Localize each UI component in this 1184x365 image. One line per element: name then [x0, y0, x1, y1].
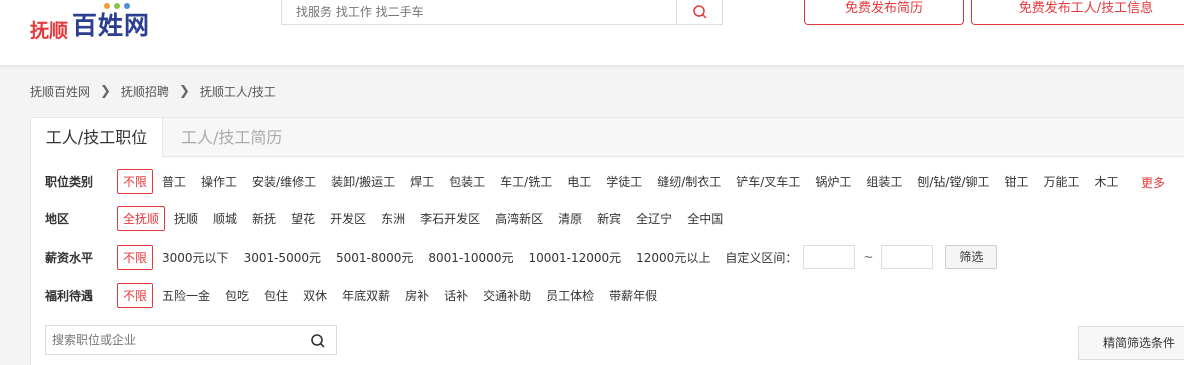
breadcrumb-item[interactable]: 抚顺百姓网 [30, 83, 90, 100]
range-separator: ~ [863, 250, 874, 264]
filter-option[interactable]: 电工 [567, 173, 591, 190]
filter-option[interactable]: 年底双薪 [342, 287, 390, 304]
filter-row-welfare: 福利待遇 不限 五险一金 包吃 包住 双休 年底双薪 房补 话补 交通补助 员工… [45, 282, 672, 308]
filter-option[interactable]: 包住 [264, 287, 288, 304]
filter-button[interactable]: 筛选 [945, 245, 998, 269]
filter-option[interactable]: 安装/维修工 [252, 173, 316, 190]
filter-option[interactable]: 装卸/搬运工 [331, 173, 395, 190]
filter-option[interactable]: 员工体检 [546, 287, 594, 304]
filter-option[interactable]: 双休 [303, 287, 327, 304]
filter-option[interactable]: 缝纫/制衣工 [657, 173, 721, 190]
filter-row-category: 职位类别 不限 普工 操作工 安装/维修工 装卸/搬运工 焊工 包装工 车工/铣… [45, 168, 1134, 194]
tab-jobs[interactable]: 工人/技工职位 [31, 118, 163, 158]
filter-option[interactable]: 房补 [405, 287, 429, 304]
site-search-button[interactable] [676, 0, 722, 24]
search-icon[interactable] [310, 333, 326, 349]
filter-option[interactable]: 操作工 [201, 173, 237, 190]
filter-option-selected[interactable]: 不限 [117, 282, 154, 308]
logo-brand: 百姓网 [72, 11, 151, 40]
filter-option[interactable]: 高湾新区 [495, 210, 543, 227]
site-search-input[interactable] [282, 0, 672, 24]
filter-option[interactable]: 顺城 [213, 210, 237, 227]
filter-option[interactable]: 10001-12000元 [528, 249, 621, 266]
chevron-right-icon: ❯ [178, 84, 190, 99]
filter-option[interactable]: 抚顺 [174, 210, 198, 227]
filter-option[interactable]: 清原 [558, 210, 582, 227]
filter-option[interactable]: 焊工 [410, 173, 434, 190]
filter-option[interactable]: 木工 [1095, 173, 1119, 190]
site-logo[interactable]: 抚顺 百姓网 [30, 3, 180, 44]
filter-option[interactable]: 铲车/叉车工 [736, 173, 800, 190]
filter-option[interactable]: 新抚 [252, 210, 276, 227]
filter-option[interactable]: 组装工 [866, 173, 902, 190]
salary-max-input[interactable] [881, 245, 934, 269]
filter-option-selected[interactable]: 不限 [117, 168, 154, 194]
top-header: 抚顺 百姓网 免费发布简历 免费发布工人/技工信息 [0, 0, 1184, 66]
breadcrumb: 抚顺百姓网 ❯ 抚顺招聘 ❯ 抚顺工人/技工 [30, 83, 276, 100]
publish-resume-button[interactable]: 免费发布简历 [804, 0, 964, 25]
filter-label: 职位类别 [45, 174, 94, 189]
simplify-filters-button[interactable]: 精简筛选条件 [1078, 326, 1184, 360]
filter-option[interactable]: 刨/钻/镗/铆工 [917, 173, 989, 190]
filter-row-area: 地区 全抚顺 抚顺 顺城 新抚 望花 开发区 东洲 李石开发区 高湾新区 清原 … [45, 205, 738, 231]
filter-option[interactable]: 东洲 [381, 210, 405, 227]
filter-option[interactable]: 全中国 [687, 210, 723, 227]
tab-resumes[interactable]: 工人/技工简历 [181, 118, 282, 157]
custom-range-label: 自定义区间： [725, 250, 798, 265]
filter-option[interactable]: 开发区 [330, 210, 366, 227]
filter-option[interactable]: 车工/铣工 [500, 173, 552, 190]
filter-label: 薪资水平 [45, 250, 94, 265]
filter-option[interactable]: 钳工 [1005, 173, 1029, 190]
filter-option[interactable]: 包装工 [449, 173, 485, 190]
logo-city: 抚顺 [30, 20, 69, 42]
filter-option[interactable]: 望花 [291, 210, 315, 227]
filter-option[interactable]: 5001-8000元 [336, 249, 413, 266]
keyword-search [45, 325, 337, 355]
filter-label: 地区 [45, 211, 70, 226]
chevron-right-icon: ❯ [100, 84, 111, 99]
salary-min-input[interactable] [803, 245, 856, 269]
filter-option[interactable]: 李石开发区 [420, 210, 480, 227]
filter-row-salary: 薪资水平 不限 3000元以下 3001-5000元 5001-8000元 80… [45, 244, 998, 270]
filter-option[interactable]: 新宾 [597, 210, 621, 227]
site-search [281, 0, 723, 25]
filter-option[interactable]: 话补 [444, 287, 468, 304]
tab-bar: 工人/技工职位 工人/技工简历 [31, 118, 1184, 158]
filter-option[interactable]: 交通补助 [483, 287, 531, 304]
publish-worker-button[interactable]: 免费发布工人/技工信息 [971, 0, 1184, 25]
filter-option[interactable]: 12000元以上 [636, 249, 710, 266]
keyword-search-input[interactable] [46, 326, 296, 354]
search-icon [692, 4, 707, 19]
filter-option[interactable]: 学徒工 [606, 173, 642, 190]
filter-option-selected[interactable]: 全抚顺 [117, 205, 166, 231]
filter-option-selected[interactable]: 不限 [117, 244, 154, 270]
filter-option[interactable]: 普工 [162, 173, 186, 190]
filter-option[interactable]: 带薪年假 [609, 287, 657, 304]
filter-option[interactable]: 全辽宁 [636, 210, 672, 227]
filter-option[interactable]: 包吃 [225, 287, 249, 304]
filter-option[interactable]: 万能工 [1044, 173, 1080, 190]
filter-panel: 工人/技工职位 工人/技工简历 职位类别 不限 普工 操作工 安装/维修工 装卸… [30, 117, 1184, 365]
breadcrumb-item[interactable]: 抚顺工人/技工 [200, 83, 276, 100]
more-link[interactable]: 更多 [1141, 174, 1165, 191]
filter-label: 福利待遇 [45, 288, 94, 303]
breadcrumb-item[interactable]: 抚顺招聘 [121, 83, 169, 100]
filter-option[interactable]: 锅炉工 [815, 173, 851, 190]
filter-option[interactable]: 五险一金 [162, 287, 210, 304]
filter-option[interactable]: 3000元以下 [162, 249, 229, 266]
filter-option[interactable]: 8001-10000元 [428, 249, 513, 266]
filter-option[interactable]: 3001-5000元 [244, 249, 321, 266]
